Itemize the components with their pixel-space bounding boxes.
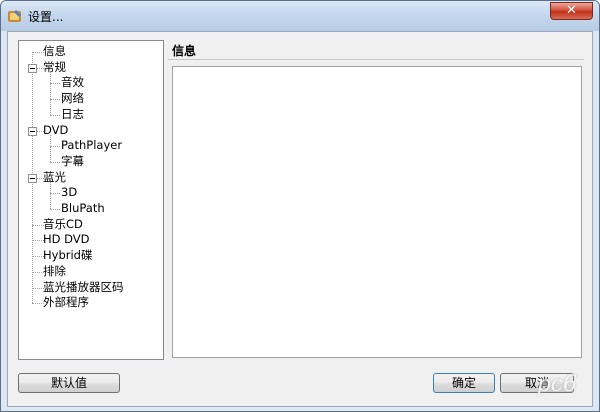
settings-panel: 信息: [168, 40, 584, 360]
tree-connector: [50, 134, 51, 162]
close-button[interactable]: ✕: [550, 2, 593, 20]
tree-item[interactable]: 字幕: [61, 154, 84, 169]
collapse-icon[interactable]: [28, 63, 37, 73]
tree-connector: [50, 114, 60, 116]
tree-item[interactable]: 3D: [61, 185, 77, 200]
tree-item[interactable]: Hybrid碟: [43, 248, 92, 263]
tree-item[interactable]: PathPlayer: [61, 138, 122, 153]
tree-connector: [50, 161, 60, 163]
panel-divider: [168, 59, 584, 60]
tree-connector: [50, 71, 51, 115]
tree-item[interactable]: 网络: [61, 91, 84, 106]
tree-connector: [50, 193, 60, 195]
tree-item[interactable]: HD DVD: [43, 232, 90, 247]
tree-item[interactable]: 音效: [61, 75, 84, 90]
tree-item[interactable]: 蓝光: [43, 170, 66, 185]
watermark-logo: pc6: [536, 372, 577, 397]
tree-item[interactable]: DVD: [43, 123, 68, 138]
tree-item[interactable]: 日志: [61, 107, 84, 122]
app-icon: [8, 10, 21, 22]
title-bar[interactable]: 设置... ✕: [1, 1, 599, 31]
window-title: 设置...: [28, 10, 64, 24]
settings-window: 设置... ✕ 信息 常规 音效 网络 日志 DVD PathPlayer 字幕 蓝光 3D Blu…: [0, 0, 600, 412]
ok-button[interactable]: 确定: [433, 373, 495, 393]
collapse-icon[interactable]: [28, 126, 37, 136]
dialog-body: 信息 常规 音效 网络 日志 DVD PathPlayer 字幕 蓝光 3D BluPath 音乐CD…: [7, 31, 593, 407]
collapse-icon[interactable]: [28, 173, 37, 183]
panel-title: 信息: [172, 44, 197, 58]
tree-item[interactable]: 信息: [43, 44, 66, 59]
tree-connector: [50, 146, 60, 148]
tree-item[interactable]: 音乐CD: [43, 217, 83, 232]
close-icon: ✕: [566, 3, 577, 18]
tree-item[interactable]: 常规: [43, 60, 66, 75]
tree-item[interactable]: 外部程序: [43, 295, 89, 310]
defaults-button[interactable]: 默认值: [18, 373, 120, 393]
tree-connector: [50, 99, 60, 101]
tree-connector: [50, 83, 60, 85]
tree-item[interactable]: BluPath: [61, 201, 105, 216]
tree-connector: [50, 209, 60, 210]
tree-item[interactable]: 蓝光播放器区码: [43, 280, 124, 295]
tree-item[interactable]: 排除: [43, 264, 66, 279]
settings-tree[interactable]: 信息 常规 音效 网络 日志 DVD PathPlayer 字幕 蓝光 3D BluPath 音乐CD…: [18, 40, 164, 360]
tree-connector: [50, 181, 51, 209]
panel-content: [172, 66, 582, 358]
